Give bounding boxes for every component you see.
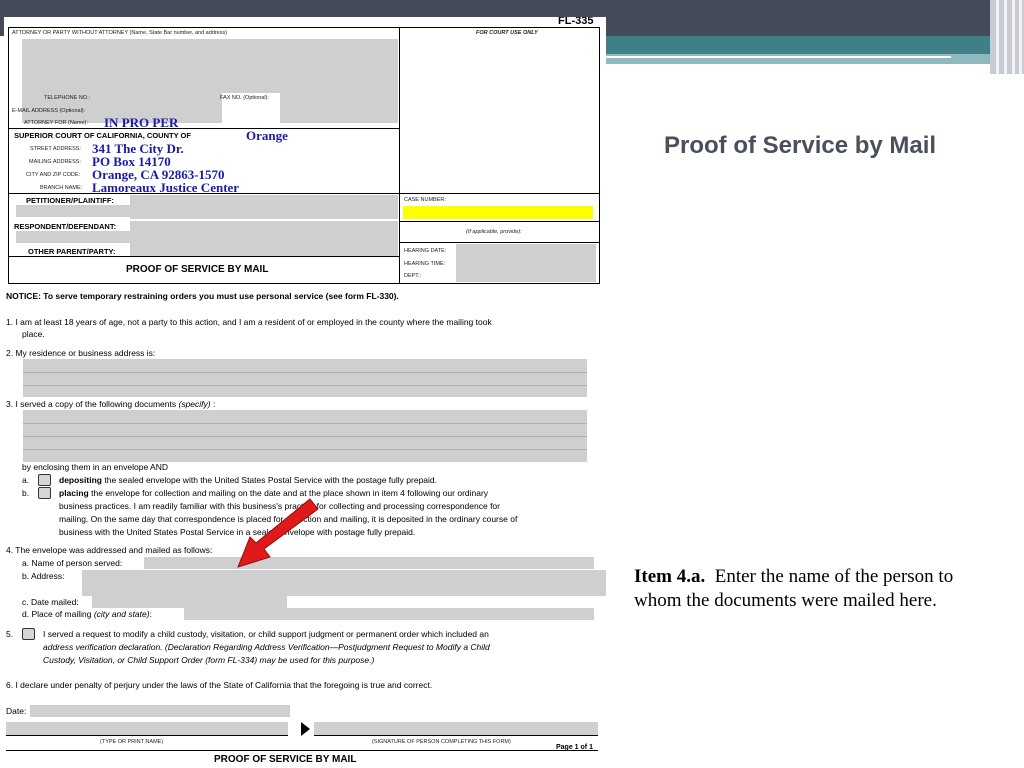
opt-a-bold: depositing [59, 475, 102, 485]
item3-text: 3. I served a copy of the following docu… [6, 399, 215, 409]
case-number-label: CASE NUMBER: [404, 197, 446, 203]
branch-label: BRANCH NAME: [40, 185, 83, 191]
slide-corner-stripes [990, 0, 1024, 74]
item3-suffix: : [212, 399, 216, 409]
street-label: STREET ADDRESS: [30, 146, 81, 152]
opt-b-letter: b. [22, 488, 30, 498]
slide-title: Proof of Service by Mail [664, 132, 937, 159]
petitioner-redacted-1 [16, 205, 130, 217]
hearing-time-label: HEARING TIME: [404, 261, 446, 267]
signature-arrow-icon [301, 722, 310, 736]
fax-redacted [280, 93, 398, 123]
respondent-redacted-1 [16, 231, 130, 243]
item4c-label: c. Date mailed: [22, 597, 79, 607]
item5-line3: Custody, Visitation, or Child Support Or… [43, 655, 375, 665]
footer-title: PROOF OF SERVICE BY MAIL [214, 754, 357, 765]
date-mailed-field[interactable] [92, 596, 287, 608]
dept-label: DEPT.: [404, 273, 422, 279]
hearing-redacted [456, 244, 596, 282]
slide-accent-line-2 [826, 66, 990, 68]
attorney-for-value: IN PRO PER [104, 115, 179, 130]
item5-line2: address verification declaration. (Decla… [43, 642, 490, 652]
attorney-for-label: ATTORNEY FOR (Name): [24, 120, 88, 126]
petitioner-label: PETITIONER/PLAINTIFF: [26, 196, 114, 205]
item1-line2: place. [22, 329, 45, 339]
court-use-label: FOR COURT USE ONLY [476, 30, 538, 36]
branch-value: Lamoreaux Justice Center [92, 180, 240, 195]
item6-text: 6. I declare under penalty of perjury un… [6, 680, 433, 690]
item4d-label: d. Place of mailing (city and state): [22, 609, 152, 619]
respondent-redacted-2 [130, 221, 398, 245]
item2-text: 2. My residence or business address is: [6, 348, 156, 358]
form-number: FL-335 [558, 17, 594, 27]
callout-bold: Item 4.a. [634, 566, 706, 587]
attorney-info-redacted [22, 39, 398, 93]
other-parent-label: OTHER PARENT/PARTY: [28, 247, 116, 256]
doc-title: PROOF OF SERVICE BY MAIL [126, 264, 269, 275]
date-field[interactable] [30, 705, 290, 717]
signature-field[interactable] [314, 722, 598, 735]
respondent-label: RESPONDENT/DEFENDANT: [14, 222, 117, 231]
mailing-label: MAILING ADDRESS: [29, 159, 81, 165]
item4b-label: b. Address: [22, 571, 65, 581]
item4-text: 4. The envelope was addressed and mailed… [6, 545, 213, 555]
item4a-label: a. Name of person served: [22, 558, 123, 568]
item1-line1: 1. I am at least 18 years of age, not a … [6, 317, 492, 327]
enclosing-text: by enclosing them in an envelope AND [22, 462, 169, 472]
type-name-label: (TYPE OR PRINT NAME) [100, 739, 164, 745]
if-applicable-label: (If applicable, provide): [466, 229, 522, 235]
county-value: Orange [246, 128, 288, 143]
item5-checkbox[interactable] [22, 628, 35, 640]
printed-name-field[interactable] [6, 722, 288, 735]
opt-a-text: depositing the sealed envelope with the … [59, 475, 437, 485]
item3-prefix: 3. I served a copy of the following docu… [6, 399, 177, 409]
depositing-checkbox[interactable] [38, 474, 51, 486]
item4d-prefix: d. Place of mailing [22, 609, 92, 619]
callout-text: Item 4.a. Enter the name of the person t… [634, 565, 1004, 613]
form-fl335: FL-335 ATTORNEY OR PARTY WITHOUT ATTORNE… [4, 17, 606, 768]
petitioner-redacted-2 [130, 195, 398, 219]
date-label: Date: [6, 706, 27, 716]
opt-a-rest: the sealed envelope with the United Stat… [104, 475, 438, 485]
fax-label: FAX NO. (Optional): [220, 95, 269, 101]
slide-accent-bar [606, 36, 990, 56]
item4d-italic: (city and state) [93, 609, 150, 619]
red-arrow-icon [237, 498, 319, 568]
item2-address-redacted [23, 359, 587, 397]
opt-a-letter: a. [22, 475, 30, 485]
page-number: Page 1 of 1 [556, 744, 593, 751]
telephone-label: TELEPHONE NO.: [44, 95, 91, 101]
place-of-mailing-field[interactable] [184, 608, 594, 620]
email-label: E-MAIL ADDRESS (Optional): [12, 108, 86, 114]
court-label: SUPERIOR COURT OF CALIFORNIA, COUNTY OF [14, 131, 191, 140]
item4d-suffix: : [149, 609, 152, 619]
slide-accent-line [606, 56, 951, 58]
signature-label: (SIGNATURE OF PERSON COMPLETING THIS FOR… [372, 739, 511, 745]
placing-checkbox[interactable] [38, 487, 51, 499]
item5-number: 5. [6, 629, 14, 639]
notice-text: NOTICE: To serve temporary restraining o… [6, 291, 399, 301]
item3-specify: (specify) [178, 399, 211, 409]
case-number-highlight [403, 206, 593, 219]
person-served-field[interactable] [144, 557, 594, 569]
item5-line1: I served a request to modify a child cus… [43, 629, 489, 639]
address-field[interactable] [82, 570, 606, 596]
hearing-date-label: HEARING DATE: [404, 248, 447, 254]
opt-b-bold: placing [59, 488, 89, 498]
other-parent-redacted [130, 245, 398, 256]
city-label: CITY AND ZIP CODE: [26, 172, 81, 178]
attorney-header: ATTORNEY OR PARTY WITHOUT ATTORNEY (Name… [12, 30, 228, 36]
